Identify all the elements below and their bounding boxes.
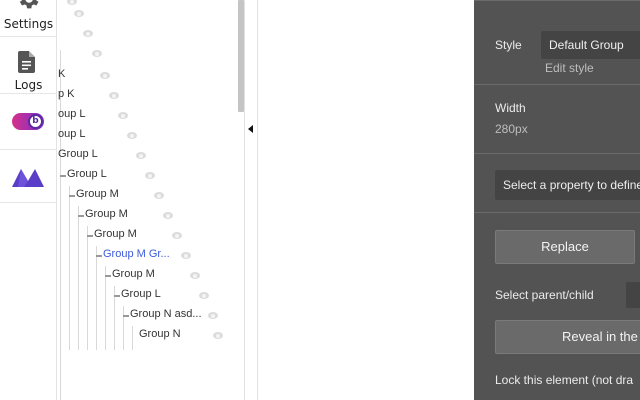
tree-row[interactable]: Group M bbox=[58, 226, 238, 246]
tree-row-label: Group L bbox=[58, 148, 98, 160]
eye-icon[interactable] bbox=[190, 272, 200, 279]
tree-row[interactable]: Group L bbox=[58, 146, 238, 166]
eye-icon[interactable] bbox=[74, 10, 84, 17]
toggle-plugin-icon: b bbox=[12, 113, 44, 130]
reveal-button[interactable]: Reveal in the bbox=[495, 320, 640, 354]
style-dropdown[interactable]: Default Group bbox=[541, 31, 640, 59]
collapse-arrow-icon[interactable] bbox=[248, 125, 253, 133]
tree-row[interactable]: Group N bbox=[58, 326, 238, 346]
panel-separator bbox=[474, 84, 640, 85]
tree-connector bbox=[69, 195, 75, 197]
tree-row[interactable]: p K bbox=[58, 86, 238, 106]
eye-icon[interactable] bbox=[181, 252, 191, 259]
tree-row[interactable]: K bbox=[58, 66, 238, 86]
settings-tab[interactable]: Settings bbox=[0, 0, 57, 37]
tree-row-label: Group N bbox=[139, 328, 181, 340]
tree-row-label: Group L bbox=[67, 168, 107, 180]
tree-row-label: Group M bbox=[76, 188, 119, 200]
width-label: Width bbox=[495, 101, 526, 115]
eye-icon[interactable] bbox=[199, 292, 209, 299]
eye-icon[interactable] bbox=[127, 132, 137, 139]
tree-row[interactable]: Group L bbox=[58, 286, 238, 306]
parent-child-selector[interactable] bbox=[626, 282, 640, 308]
eye-icon[interactable] bbox=[154, 192, 164, 199]
eye-icon[interactable] bbox=[163, 212, 173, 219]
document-icon bbox=[18, 51, 35, 73]
eye-icon[interactable] bbox=[83, 30, 93, 37]
bubble-tab[interactable] bbox=[0, 151, 57, 203]
property-placeholder: Select a property to define bbox=[503, 178, 640, 192]
tree-connector bbox=[96, 255, 102, 257]
tree-row-label: Group N asd... bbox=[130, 308, 202, 320]
plugin-tab[interactable]: b bbox=[0, 95, 57, 150]
bubble-logo-icon bbox=[12, 169, 44, 187]
property-dropdown[interactable]: Select a property to define bbox=[495, 170, 640, 200]
tree-row[interactable]: Group M bbox=[58, 206, 238, 226]
eye-icon[interactable] bbox=[172, 232, 182, 239]
left-rail: Settings Logs b bbox=[0, 0, 57, 400]
tree-row[interactable]: Group N asd... bbox=[58, 306, 238, 326]
tree-row-label: oup L bbox=[58, 128, 86, 140]
tree-row[interactable]: Group M bbox=[58, 266, 238, 286]
eye-icon[interactable] bbox=[136, 152, 146, 159]
tree-connector bbox=[123, 315, 129, 317]
eye-icon[interactable] bbox=[213, 332, 223, 339]
tree-row[interactable]: oup L bbox=[58, 106, 238, 126]
logs-tab[interactable]: Logs bbox=[0, 38, 57, 94]
tree-row[interactable]: Group M bbox=[58, 186, 238, 206]
tree-row-label: Group M bbox=[112, 268, 155, 280]
panel-separator bbox=[474, 0, 640, 1]
tree-connector bbox=[114, 295, 120, 297]
eye-icon[interactable] bbox=[67, 0, 77, 5]
element-tree[interactable]: K p K oup L oup L Group L Group L Group … bbox=[58, 0, 240, 400]
replace-button[interactable]: Replace bbox=[495, 230, 635, 264]
tree-connector bbox=[78, 215, 84, 217]
eye-icon[interactable] bbox=[118, 112, 128, 119]
style-value: Default Group bbox=[549, 38, 624, 52]
eye-icon[interactable] bbox=[92, 50, 102, 57]
tree-connector bbox=[105, 275, 111, 277]
tree-row-label: K bbox=[58, 68, 66, 80]
width-value: 280px bbox=[495, 122, 528, 136]
tree-connector bbox=[87, 235, 93, 237]
eye-icon[interactable] bbox=[208, 312, 218, 319]
logs-label: Logs bbox=[14, 78, 43, 92]
plugin-badge: b bbox=[28, 114, 43, 129]
tree-row[interactable]: Group L bbox=[58, 166, 238, 186]
tree-row-label: Group L bbox=[121, 288, 161, 300]
eye-icon[interactable] bbox=[109, 92, 119, 99]
lock-element-label[interactable]: Lock this element (not dra bbox=[495, 373, 633, 387]
tree-row-label: Group M bbox=[85, 208, 128, 220]
tree-row-label: oup L bbox=[58, 108, 86, 120]
panel-divider[interactable] bbox=[244, 0, 258, 400]
property-panel: Style Default Group Edit style Width 280… bbox=[474, 0, 640, 400]
tree-row-label: Group M Gr... bbox=[103, 248, 170, 260]
tree-row-label: Group M bbox=[94, 228, 137, 240]
tree-row-label: p K bbox=[58, 88, 75, 100]
tree-row[interactable]: oup L bbox=[58, 126, 238, 146]
panel-separator bbox=[474, 153, 640, 154]
eye-icon[interactable] bbox=[145, 172, 155, 179]
tree-row-selected[interactable]: Group M Gr... bbox=[58, 246, 238, 266]
select-parent-label: Select parent/child bbox=[495, 288, 594, 302]
eye-icon[interactable] bbox=[100, 72, 110, 79]
tree-connector bbox=[60, 175, 66, 177]
panel-separator bbox=[474, 212, 640, 213]
style-label: Style bbox=[495, 38, 522, 52]
gear-icon bbox=[19, 0, 39, 9]
settings-label: Settings bbox=[3, 17, 54, 31]
edit-style-link[interactable]: Edit style bbox=[545, 61, 594, 75]
editor-canvas[interactable] bbox=[259, 0, 474, 400]
